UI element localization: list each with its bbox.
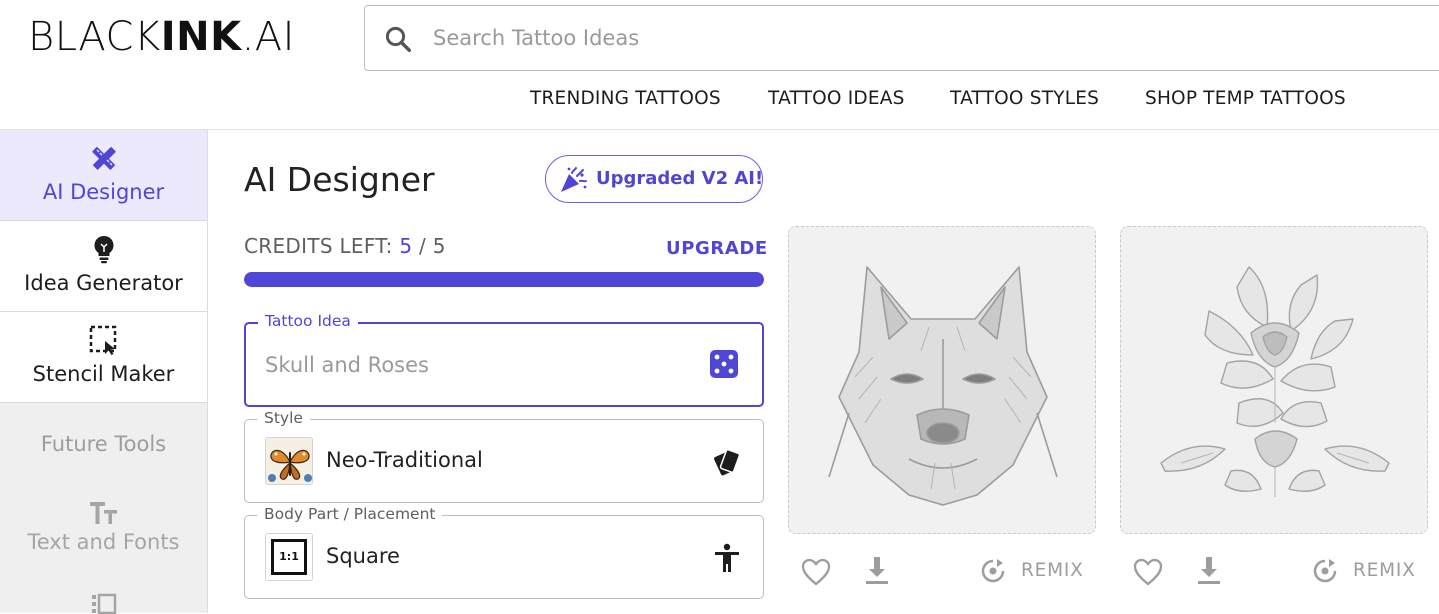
- style-value: Neo-Traditional: [326, 448, 483, 472]
- logo-text-ink: INK: [160, 14, 242, 60]
- credits-progress-bar: [244, 272, 764, 287]
- remix-icon[interactable]: [979, 557, 1007, 585]
- tools-sidebar: AI Designer Idea Generator Stencil Maker…: [0, 130, 208, 614]
- party-popper-icon: [561, 167, 587, 192]
- sidebar-item-label: AI Designer: [42, 180, 165, 204]
- sidebar-item-idea-generator[interactable]: Idea Generator: [0, 221, 207, 312]
- sidebar-item-ai-designer[interactable]: AI Designer: [0, 130, 207, 221]
- placement-value: Square: [326, 544, 400, 568]
- gallery-card-wolf[interactable]: [788, 226, 1096, 534]
- heart-icon[interactable]: [1132, 556, 1164, 588]
- placement-legend: Body Part / Placement: [257, 505, 443, 523]
- swatches-icon[interactable]: [711, 446, 743, 478]
- tattoo-idea-legend: Tattoo Idea: [258, 312, 358, 330]
- search-input[interactable]: [433, 18, 1333, 58]
- future-tools-heading: Future Tools: [40, 432, 167, 456]
- site-header: BLACKINK.AI TRENDING TATTOOS TATTOO IDEA…: [0, 0, 1439, 130]
- placement-field[interactable]: Body Part / Placement 1:1 Square: [244, 505, 764, 599]
- gallery-card-flower[interactable]: [1120, 226, 1428, 534]
- butterfly-thumbnail-icon: [266, 438, 312, 484]
- credits-total: 5: [432, 234, 446, 258]
- text-fonts-icon: [89, 502, 117, 524]
- blackink-logo[interactable]: BLACKINK.AI: [28, 14, 295, 60]
- sidebar-item-layout: [0, 592, 207, 614]
- lightbulb-icon: [94, 236, 113, 264]
- upgrade-link[interactable]: UPGRADE: [666, 238, 768, 259]
- page-title: AI Designer: [244, 160, 435, 199]
- credits-progress-fill: [244, 272, 764, 287]
- search-icon[interactable]: [383, 24, 413, 54]
- nav-shop-temp-tattoos[interactable]: SHOP TEMP TATTOOS: [1145, 88, 1346, 109]
- sidebar-item-label: Idea Generator: [24, 271, 183, 295]
- card-actions-wolf: REMIX: [788, 552, 1096, 592]
- nav-trending-tattoos[interactable]: TRENDING TATTOOS: [530, 88, 721, 109]
- credits-separator: /: [419, 234, 427, 258]
- flower-tattoo-image: [1121, 227, 1427, 533]
- style-thumbnail: [265, 437, 313, 485]
- nav-tattoo-styles[interactable]: TATTOO STYLES: [950, 88, 1099, 109]
- style-legend: Style: [257, 409, 310, 427]
- logo-text-ai: .AI: [241, 14, 295, 60]
- layout-icon: [91, 593, 116, 614]
- style-field[interactable]: Style Neo-Traditional: [244, 409, 764, 503]
- sidebar-item-stencil-maker[interactable]: Stencil Maker: [0, 312, 207, 403]
- upgraded-v2-button[interactable]: Upgraded V2 AI!: [545, 155, 763, 203]
- ai-designer-panel: AI Designer Upgraded V2 AI! CREDITS LEFT…: [208, 130, 1439, 613]
- card-actions-flower: REMIX: [1120, 552, 1428, 592]
- stencil-icon: [89, 325, 116, 355]
- tattoo-idea-field[interactable]: Tattoo Idea: [244, 312, 764, 407]
- tattoo-idea-input[interactable]: [265, 348, 685, 382]
- sidebar-item-label: Text and Fonts: [27, 530, 180, 554]
- ratio-thumbnail: 1:1: [265, 533, 313, 581]
- sidebar-item-label: Stencil Maker: [32, 362, 175, 386]
- credits-label: CREDITS LEFT:: [244, 234, 393, 258]
- upgraded-v2-label: Upgraded V2 AI!: [596, 168, 764, 189]
- remix-label[interactable]: REMIX: [1021, 560, 1084, 581]
- search-bar[interactable]: [364, 5, 1439, 71]
- nav-tattoo-ideas[interactable]: TATTOO IDEAS: [768, 88, 905, 109]
- download-icon[interactable]: [1194, 554, 1224, 586]
- credits-left: CREDITS LEFT: 5 / 5: [244, 234, 446, 258]
- credits-remaining: 5: [399, 234, 413, 258]
- sidebar-item-text-and-fonts: Text and Fonts: [0, 500, 207, 554]
- ratio-badge: 1:1: [271, 539, 307, 575]
- download-icon[interactable]: [862, 554, 892, 586]
- dice-icon[interactable]: [708, 348, 740, 380]
- remix-label[interactable]: REMIX: [1353, 560, 1416, 581]
- remix-icon[interactable]: [1311, 557, 1339, 585]
- logo-text-black: BLACK: [28, 14, 161, 60]
- wolf-tattoo-image: [789, 227, 1095, 533]
- heart-icon[interactable]: [800, 556, 832, 588]
- body-figure-icon[interactable]: [711, 542, 743, 574]
- pencil-ruler-icon: [91, 147, 116, 170]
